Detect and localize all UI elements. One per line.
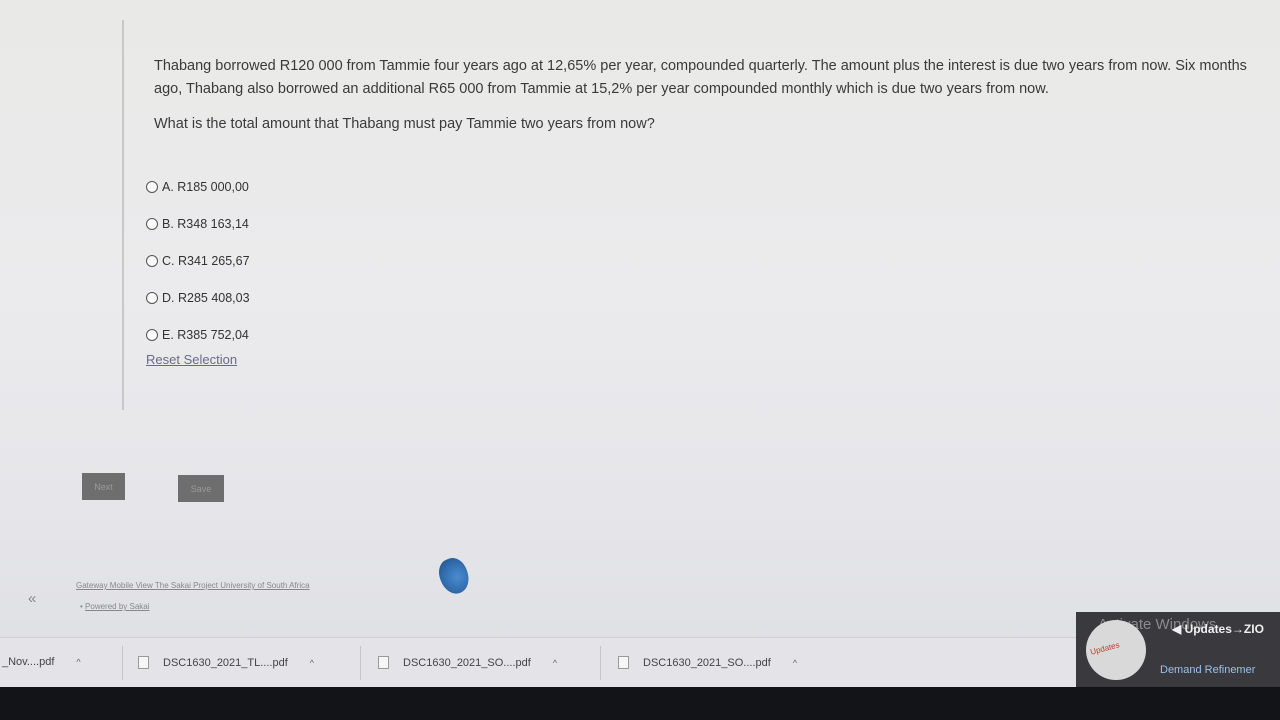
question-text: Thabang borrowed R120 000 from Tammie fo… bbox=[154, 55, 1269, 136]
download-item[interactable]: DSC1630_2021_SO....pdf ^ bbox=[618, 656, 797, 669]
radio-circle-icon[interactable] bbox=[146, 180, 158, 193]
answer-options: A. R185 000,00 B. R348 163,14 C. R341 26… bbox=[146, 168, 250, 353]
powered-by-link[interactable]: Powered by Sakai bbox=[85, 602, 149, 611]
radio-circle-icon[interactable] bbox=[146, 254, 158, 267]
divider bbox=[360, 646, 361, 680]
footer-links[interactable]: Gateway Mobile View The Sakai Project Un… bbox=[76, 581, 310, 590]
download-filename: DSC1630_2021_SO....pdf bbox=[643, 656, 771, 669]
chevron-up-icon[interactable]: ^ bbox=[76, 657, 80, 667]
file-icon bbox=[138, 656, 149, 669]
updates-notification[interactable]: Activate Windows Updates ◀ Updates→ZIO D… bbox=[1076, 612, 1280, 691]
question-paragraph-2: What is the total amount that Thabang mu… bbox=[154, 116, 655, 132]
question-paragraph-1: Thabang borrowed R120 000 from Tammie fo… bbox=[154, 58, 1247, 97]
download-item[interactable]: DSC1630_2021_TL....pdf ^ bbox=[138, 656, 314, 669]
notification-subtitle: Demand Refinemer bbox=[1160, 664, 1256, 676]
divider bbox=[122, 646, 123, 680]
updates-logo-icon: Updates bbox=[1086, 620, 1146, 680]
download-filename: _Nov....pdf bbox=[2, 656, 55, 668]
radio-circle-icon[interactable] bbox=[146, 328, 158, 341]
option-b[interactable]: B. R348 163,14 bbox=[146, 205, 250, 242]
option-e[interactable]: E. R385 752,04 bbox=[146, 316, 250, 353]
mouse-cursor-icon bbox=[434, 554, 474, 598]
option-label: C. R341 265,67 bbox=[162, 253, 250, 268]
download-item[interactable]: DSC1630_2021_SO....pdf ^ bbox=[378, 656, 557, 669]
powered-by: • Powered by Sakai bbox=[80, 602, 150, 611]
option-label: E. R385 752,04 bbox=[162, 327, 249, 342]
collapse-sidebar-icon[interactable]: « bbox=[28, 590, 36, 607]
radio-circle-icon[interactable] bbox=[146, 291, 158, 304]
chevron-up-icon[interactable]: ^ bbox=[310, 658, 314, 668]
divider bbox=[600, 646, 601, 680]
option-d[interactable]: D. R285 408,03 bbox=[146, 279, 250, 316]
option-label: A. R185 000,00 bbox=[162, 179, 249, 194]
taskbar bbox=[0, 687, 1280, 720]
file-icon bbox=[378, 656, 389, 669]
notification-title: ◀ Updates→ZIO bbox=[1172, 622, 1264, 636]
chevron-up-icon[interactable]: ^ bbox=[553, 658, 557, 668]
download-item[interactable]: _Nov....pdf ^ bbox=[2, 656, 81, 668]
logo-text: Updates bbox=[1089, 640, 1121, 657]
radio-circle-icon[interactable] bbox=[146, 217, 158, 230]
chevron-up-icon[interactable]: ^ bbox=[793, 658, 797, 668]
option-c[interactable]: C. R341 265,67 bbox=[146, 242, 250, 279]
content-left-rule bbox=[122, 20, 124, 410]
option-label: D. R285 408,03 bbox=[162, 290, 250, 305]
download-filename: DSC1630_2021_SO....pdf bbox=[403, 656, 531, 669]
reset-selection-link[interactable]: Reset Selection bbox=[146, 352, 237, 367]
download-filename: DSC1630_2021_TL....pdf bbox=[163, 656, 288, 669]
file-icon bbox=[618, 656, 629, 669]
option-label: B. R348 163,14 bbox=[162, 216, 249, 231]
next-button[interactable]: Next bbox=[82, 473, 125, 500]
save-button[interactable]: Save bbox=[178, 475, 224, 502]
option-a[interactable]: A. R185 000,00 bbox=[146, 168, 250, 205]
